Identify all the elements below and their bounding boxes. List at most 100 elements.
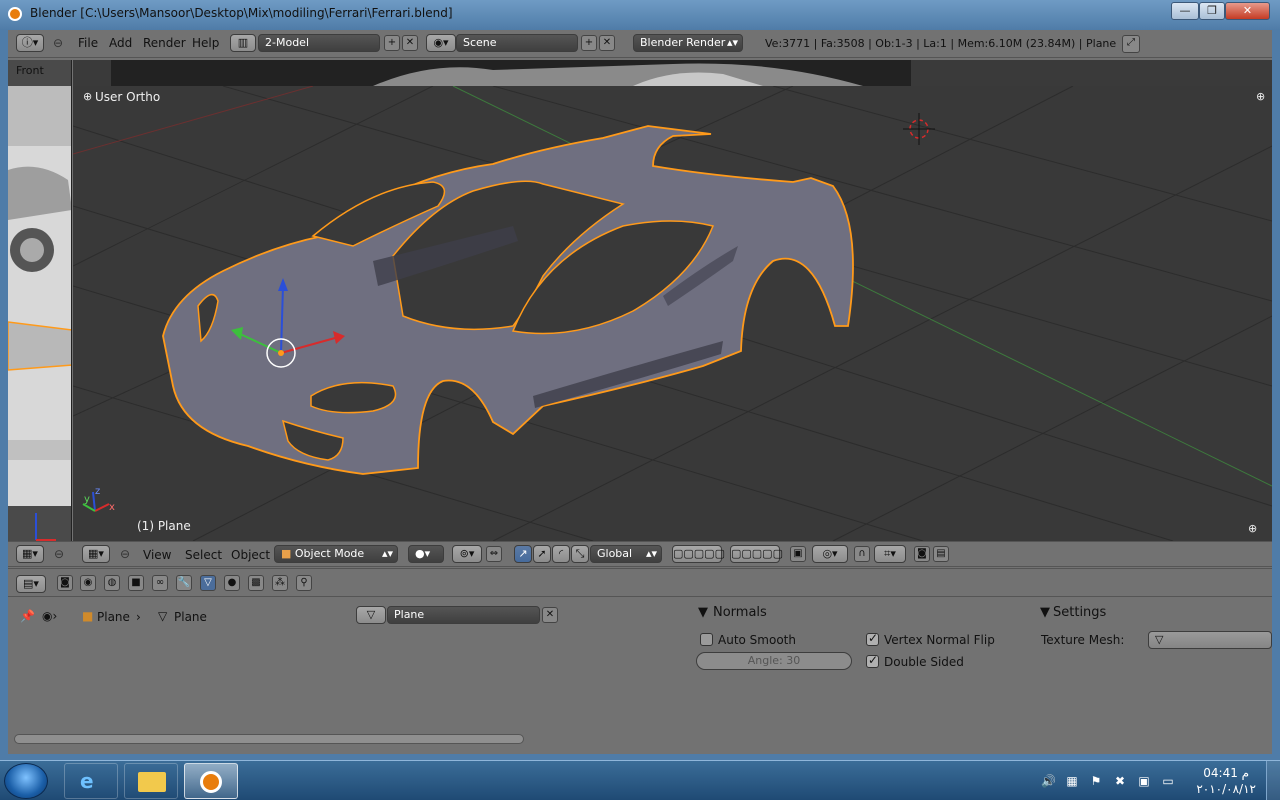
unlink-mesh-icon[interactable]: ✕ xyxy=(542,607,558,623)
normals-collapse-icon[interactable]: ▼ xyxy=(698,605,708,620)
lock-layers-icon[interactable]: ▣ xyxy=(790,546,806,562)
menu-help[interactable]: Help xyxy=(192,36,219,50)
viewport-canvas[interactable] xyxy=(73,86,1272,541)
volume-icon[interactable]: 🔊 xyxy=(1041,774,1056,788)
double-sided-checkbox[interactable] xyxy=(866,653,879,668)
action-center-flag-icon[interactable]: ⚑ xyxy=(1089,774,1103,788)
screen-layout-field[interactable]: 2-Model xyxy=(258,34,380,52)
scene-field[interactable]: Scene xyxy=(456,34,578,52)
menu-add[interactable]: Add xyxy=(109,36,132,50)
car-body-mesh[interactable] xyxy=(162,125,854,475)
tab-material[interactable]: ● xyxy=(224,575,240,591)
system-clock[interactable]: 04:41 م ٢٠١٠/٠٨/١٢ xyxy=(1196,765,1256,797)
menu-file[interactable]: File xyxy=(78,36,98,50)
double-sided-label[interactable]: Double Sided xyxy=(884,655,964,669)
properties-header: ▤▾ ◙ ◉ ◍ ■ ∞ 🔧 ▽ ● ▩ ⁂ ⚲ xyxy=(8,568,1272,597)
settings-collapse-icon[interactable]: ▼ xyxy=(1040,605,1050,620)
pivot-point-select[interactable]: ⊚▾ xyxy=(452,545,482,563)
angle-field[interactable]: Angle: 30 xyxy=(696,652,852,670)
taskbar-blender-button[interactable] xyxy=(184,763,238,799)
snap-toggle-icon[interactable]: ∩ xyxy=(854,546,870,562)
tab-physics[interactable]: ⚲ xyxy=(296,575,312,591)
3d-cursor-icon[interactable] xyxy=(903,113,935,145)
manipulator-toggle-icon[interactable]: ⇔ xyxy=(486,546,502,562)
mesh-name-field[interactable]: Plane xyxy=(387,606,540,624)
tab-texture[interactable]: ▩ xyxy=(248,575,264,591)
start-button[interactable] xyxy=(4,763,48,799)
menu-view[interactable]: View xyxy=(143,548,171,562)
pin-icon[interactable]: 📌 xyxy=(20,609,35,623)
view3d-editor-type-button[interactable]: ▦▾ xyxy=(82,545,110,563)
manipulator-move-icon[interactable]: ➚ xyxy=(533,545,551,563)
properties-scrollbar[interactable] xyxy=(14,734,524,744)
manipulator-rotate-icon[interactable]: ◜ xyxy=(552,545,570,563)
mode-select[interactable]: ■ Object Mode ▴▾ xyxy=(274,545,398,563)
side-collapse-icon[interactable]: ⊖ xyxy=(54,547,64,561)
show-desktop-button[interactable] xyxy=(1266,761,1280,800)
menu-render[interactable]: Render xyxy=(143,36,186,50)
viewport-corner-bottom-icon[interactable]: ⊕ xyxy=(1248,522,1257,535)
normals-panel: ▼ Normals Auto Smooth Angle: 30 Vertex N… xyxy=(694,599,1024,699)
tab-render[interactable]: ◙ xyxy=(57,575,73,591)
front-view-editor[interactable]: Front ⊕ xyxy=(8,60,72,541)
normals-panel-title[interactable]: Normals xyxy=(713,605,767,620)
3d-viewport[interactable]: ⊕ User Ortho ⊕ ⊕ z y x (1) Plane xyxy=(73,86,1272,541)
close-button[interactable]: ✕ xyxy=(1225,2,1270,20)
screen-layout-icon[interactable]: ▥ xyxy=(230,34,256,52)
editor-type-button[interactable]: ⓘ▾ xyxy=(16,34,44,52)
layers-row-1[interactable]: ▢▢▢▢▢ xyxy=(672,545,725,563)
network-status-icon[interactable]: ▦ xyxy=(1065,774,1079,788)
auto-smooth-label[interactable]: Auto Smooth xyxy=(718,633,796,647)
window-titlebar[interactable]: Blender [C:\Users\Mansoor\Desktop\Mix\mo… xyxy=(0,0,1280,28)
render-engine-select[interactable]: Blender Render ▴▾ xyxy=(633,34,743,52)
gizmo-z-label: z xyxy=(95,486,101,497)
orientation-dropdown-icon: ▴▾ xyxy=(645,547,657,560)
add-scene-icon[interactable]: + xyxy=(581,35,597,51)
viewport-shading-select[interactable]: ●▾ xyxy=(408,545,444,563)
add-screen-icon[interactable]: + xyxy=(384,35,400,51)
manipulator-scale-icon[interactable]: ⤡ xyxy=(571,545,589,563)
remove-screen-icon[interactable]: ✕ xyxy=(402,35,418,51)
viewport-corner-icon[interactable]: ⊕ xyxy=(1256,90,1265,103)
menu-select[interactable]: Select xyxy=(185,548,222,562)
maximize-button[interactable]: ❐ xyxy=(1199,2,1225,20)
tab-scene[interactable]: ◉ xyxy=(80,575,96,591)
taskbar-ie-button[interactable]: e xyxy=(64,763,118,799)
tab-object[interactable]: ■ xyxy=(128,575,144,591)
collapse-menu-icon[interactable]: ⊖ xyxy=(53,36,63,50)
device-icon[interactable]: ▣ xyxy=(1137,774,1151,788)
clock-time: 04:41 م xyxy=(1203,766,1250,780)
remove-scene-icon[interactable]: ✕ xyxy=(599,35,615,51)
settings-panel-title[interactable]: Settings xyxy=(1053,605,1106,620)
layers-row-2[interactable]: ▢▢▢▢▢ xyxy=(730,545,783,563)
viewport-options-icon[interactable]: ⊕ xyxy=(83,90,92,103)
fullscreen-icon[interactable]: ⤢ xyxy=(1122,35,1140,53)
properties-editor-type-button[interactable]: ▤▾ xyxy=(16,575,46,593)
tab-constraints[interactable]: ∞ xyxy=(152,575,168,591)
mesh-browse-icon[interactable]: ▽ xyxy=(356,606,386,624)
reference-image-front xyxy=(8,86,71,541)
menu-object[interactable]: Object xyxy=(231,548,270,562)
taskbar-explorer-button[interactable] xyxy=(124,763,178,799)
tab-modifiers[interactable]: 🔧 xyxy=(176,575,192,591)
manipulator-translate-icon[interactable]: ↗ xyxy=(514,545,532,563)
security-icon[interactable]: ✖ xyxy=(1113,774,1127,788)
texture-mesh-field[interactable]: ▽ xyxy=(1148,631,1272,649)
texture-mesh-label: Texture Mesh: xyxy=(1041,633,1125,647)
scene-icon[interactable]: ◉▾ xyxy=(426,34,456,52)
vertex-normal-flip-checkbox[interactable] xyxy=(866,631,879,646)
tab-mesh-data[interactable]: ▽ xyxy=(200,575,216,591)
display-icon[interactable]: ▭ xyxy=(1161,774,1175,788)
proportional-edit-select[interactable]: ◎▾ xyxy=(812,545,848,563)
tab-world[interactable]: ◍ xyxy=(104,575,120,591)
view3d-collapse-icon[interactable]: ⊖ xyxy=(120,547,130,561)
side-editor-type-button[interactable]: ▦▾ xyxy=(16,545,44,563)
snap-element-select[interactable]: ⌗▾ xyxy=(874,545,906,563)
vertex-normal-flip-label[interactable]: Vertex Normal Flip xyxy=(884,633,995,647)
render-opengl-icon[interactable]: ◙ xyxy=(914,546,930,562)
orientation-select[interactable]: Global ▴▾ xyxy=(590,545,662,563)
auto-smooth-checkbox[interactable] xyxy=(700,633,713,646)
tab-particles[interactable]: ⁂ xyxy=(272,575,288,591)
minimize-button[interactable]: — xyxy=(1171,2,1199,20)
render-animation-icon[interactable]: ▤ xyxy=(933,546,949,562)
